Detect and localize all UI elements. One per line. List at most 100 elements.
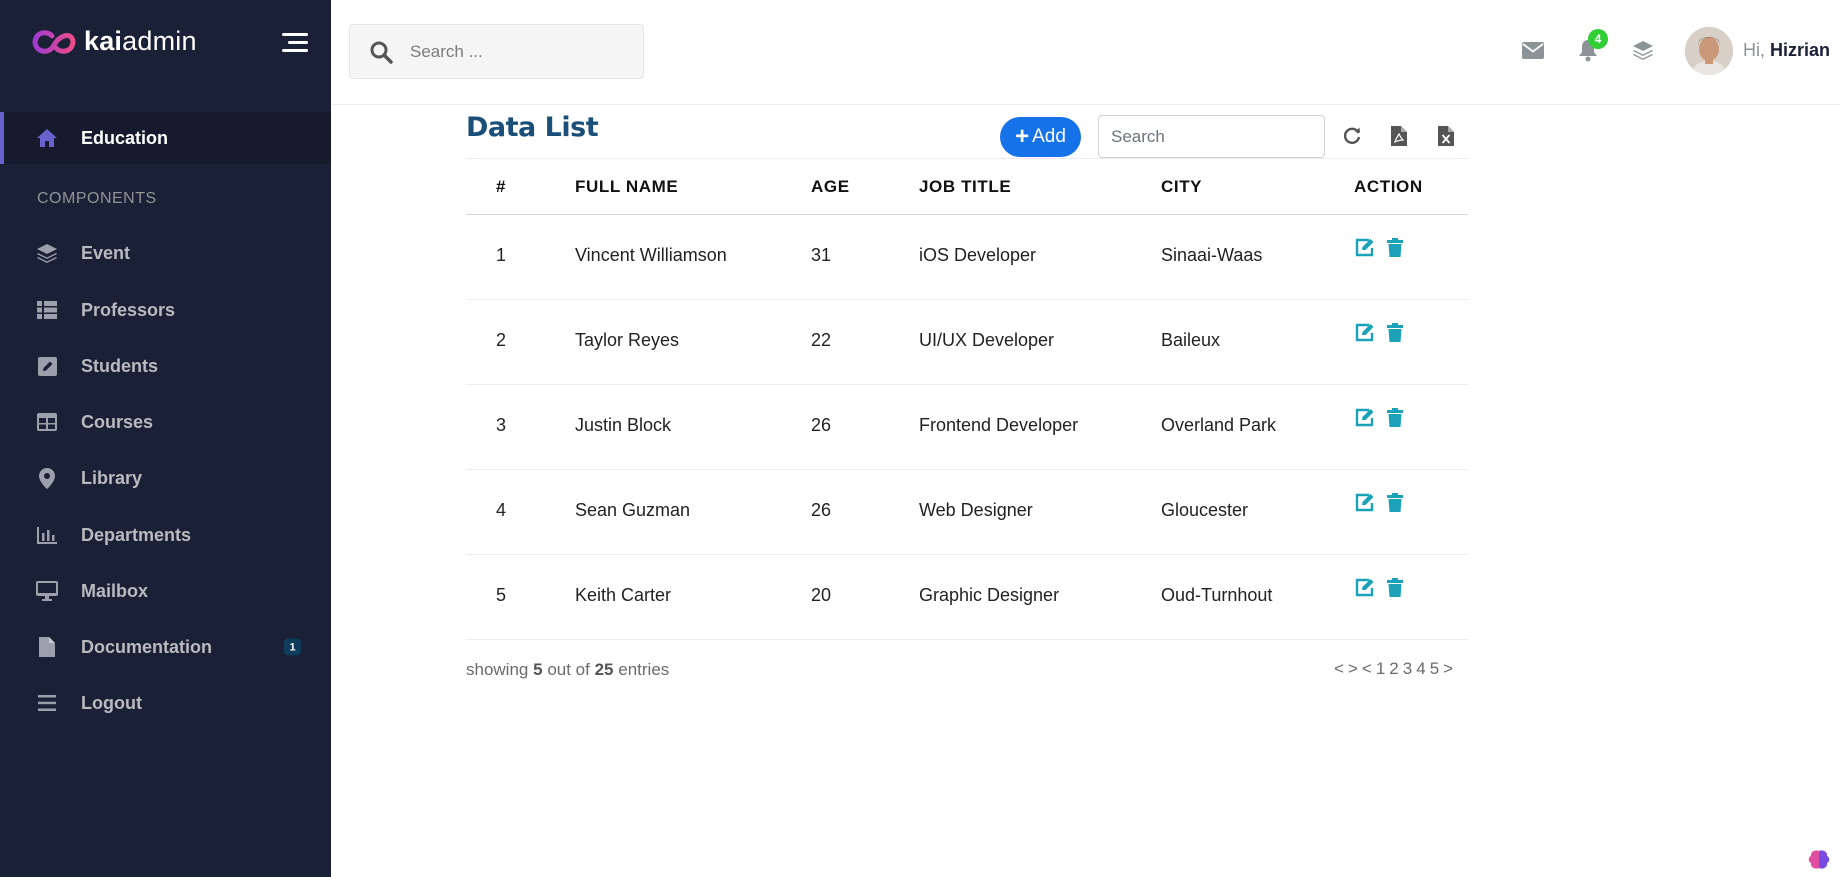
pagination-prev[interactable]: < bbox=[1362, 659, 1372, 679]
delete-icon[interactable] bbox=[1384, 407, 1405, 428]
excel-file-icon[interactable] bbox=[1435, 125, 1457, 147]
column-header-action: ACTION bbox=[1354, 177, 1423, 196]
edit-icon[interactable] bbox=[1354, 322, 1375, 343]
sidebar-item-professors[interactable]: Professors bbox=[0, 284, 331, 336]
sidebar-item-event[interactable]: Event bbox=[0, 227, 331, 279]
cell-age: 31 bbox=[811, 245, 832, 265]
table-search-input[interactable] bbox=[1098, 115, 1325, 158]
column-header-number[interactable]: # bbox=[496, 177, 506, 197]
pagination-next[interactable]: > bbox=[1443, 659, 1453, 679]
pagination-page[interactable]: 3 bbox=[1403, 659, 1412, 679]
cell-id: 2 bbox=[496, 330, 507, 350]
top-header bbox=[331, 0, 1840, 105]
pagination-page[interactable]: 1 bbox=[1376, 659, 1385, 679]
pagination: < > < 1 2 3 4 5 > bbox=[1334, 659, 1453, 679]
cell-age: 20 bbox=[811, 585, 832, 605]
sidebar-section-title: COMPONENTS bbox=[37, 190, 157, 207]
th-list-icon bbox=[36, 299, 58, 321]
desktop-icon bbox=[36, 580, 58, 602]
cell-full-name: Vincent Williamson bbox=[575, 245, 727, 265]
envelope-icon[interactable] bbox=[1521, 38, 1545, 62]
sidebar-item-logout[interactable]: Logout bbox=[0, 677, 331, 729]
row-actions bbox=[1354, 492, 1405, 513]
table-icon bbox=[36, 411, 58, 433]
notification-count-badge: 4 bbox=[1588, 29, 1608, 49]
refresh-icon[interactable] bbox=[1341, 125, 1363, 147]
cell-id: 5 bbox=[496, 585, 507, 605]
brain-icon[interactable] bbox=[1804, 845, 1834, 875]
edit-icon[interactable] bbox=[1354, 237, 1375, 258]
sidebar-item-label: Mailbox bbox=[81, 580, 149, 601]
page-title: Data List bbox=[466, 112, 599, 143]
delete-icon[interactable] bbox=[1384, 237, 1405, 258]
table-row: 4 Sean Guzman 26 Web Designer Gloucester bbox=[466, 470, 1468, 555]
edit-icon[interactable] bbox=[1354, 577, 1375, 598]
cell-id: 4 bbox=[496, 500, 507, 520]
row-actions bbox=[1354, 577, 1405, 598]
greeting-prefix: Hi, bbox=[1743, 40, 1765, 60]
column-header-full-name[interactable]: FULL NAME bbox=[575, 177, 678, 197]
sidebar-item-label: Education bbox=[81, 127, 169, 148]
sidebar-item-documentation[interactable]: Documentation 1 bbox=[0, 621, 331, 673]
cell-job-title: Graphic Designer bbox=[919, 585, 1060, 605]
sidebar-item-students[interactable]: Students bbox=[0, 340, 331, 392]
sidebar-item-label: Logout bbox=[81, 692, 142, 713]
sidebar-item-education[interactable]: Education bbox=[0, 112, 331, 164]
pagination-page[interactable]: 4 bbox=[1416, 659, 1425, 679]
header-search-input[interactable] bbox=[410, 39, 630, 65]
delete-icon[interactable] bbox=[1384, 492, 1405, 513]
sidebar-item-label: Departments bbox=[81, 524, 192, 545]
table-row: 3 Justin Block 26 Frontend Developer Ove… bbox=[466, 385, 1468, 470]
sidebar-item-library[interactable]: Library bbox=[0, 452, 331, 504]
sidebar-item-mailbox[interactable]: Mailbox bbox=[0, 565, 331, 617]
pagination-next[interactable]: > bbox=[1348, 659, 1358, 679]
table-row: 5 Keith Carter 20 Graphic Designer Oud-T… bbox=[466, 555, 1468, 640]
avatar[interactable] bbox=[1685, 27, 1733, 75]
sidebar-item-label: Students bbox=[81, 355, 159, 376]
brand-name: kaiadmin bbox=[84, 26, 197, 56]
search-icon[interactable] bbox=[369, 40, 393, 69]
column-header-job-title[interactable]: JOB TITLE bbox=[919, 177, 1011, 197]
cell-job-title: Web Designer bbox=[919, 500, 1033, 520]
sidebar-item-departments[interactable]: Departments bbox=[0, 509, 331, 561]
sidebar-item-label: Library bbox=[81, 467, 143, 488]
layers-icon bbox=[36, 242, 58, 264]
user-greeting[interactable]: Hi, Hizrian bbox=[1743, 40, 1830, 61]
cell-age: 22 bbox=[811, 330, 832, 350]
cell-full-name: Justin Block bbox=[575, 415, 672, 435]
brand-logo-icon bbox=[32, 29, 76, 54]
cell-full-name: Taylor Reyes bbox=[575, 330, 680, 350]
sidebar-header: kaiadmin bbox=[0, 0, 331, 86]
cell-city: Baileux bbox=[1161, 330, 1221, 350]
home-icon bbox=[36, 127, 58, 149]
cell-id: 3 bbox=[496, 415, 507, 435]
sidebar-toggle-icon[interactable] bbox=[282, 33, 308, 53]
plus-icon: + bbox=[1015, 123, 1030, 150]
cell-id: 1 bbox=[496, 245, 507, 265]
column-header-age[interactable]: AGE bbox=[811, 177, 850, 197]
map-marker-icon bbox=[36, 467, 58, 489]
cell-age: 26 bbox=[811, 500, 832, 520]
delete-icon[interactable] bbox=[1384, 322, 1405, 343]
row-actions bbox=[1354, 237, 1405, 258]
cell-city: Oud-Turnhout bbox=[1161, 585, 1273, 605]
sidebar: kaiadmin Education COMPONENTS Event Prof… bbox=[0, 0, 331, 877]
layers-icon[interactable] bbox=[1631, 38, 1655, 62]
edit-icon[interactable] bbox=[1354, 407, 1375, 428]
pagination-page[interactable]: 2 bbox=[1389, 659, 1398, 679]
table-row: 1 Vincent Williamson 31 iOS Developer Si… bbox=[466, 215, 1468, 300]
cell-job-title: UI/UX Developer bbox=[919, 330, 1055, 350]
pagination-page[interactable]: 5 bbox=[1430, 659, 1439, 679]
add-button[interactable]: + Add bbox=[1000, 117, 1081, 157]
sidebar-item-courses[interactable]: Courses bbox=[0, 396, 331, 448]
pagination-prev[interactable]: < bbox=[1334, 659, 1344, 679]
bar-chart-icon bbox=[36, 524, 58, 546]
pdf-file-icon[interactable] bbox=[1388, 125, 1410, 147]
sidebar-item-label: Professors bbox=[81, 299, 176, 320]
documentation-count-badge: 1 bbox=[284, 638, 301, 656]
edit-icon[interactable] bbox=[1354, 492, 1375, 513]
entries-info: showing 5 out of 25 entries bbox=[466, 660, 670, 679]
brand-logo[interactable]: kaiadmin bbox=[30, 26, 197, 57]
column-header-city[interactable]: CITY bbox=[1161, 177, 1202, 197]
delete-icon[interactable] bbox=[1384, 577, 1405, 598]
